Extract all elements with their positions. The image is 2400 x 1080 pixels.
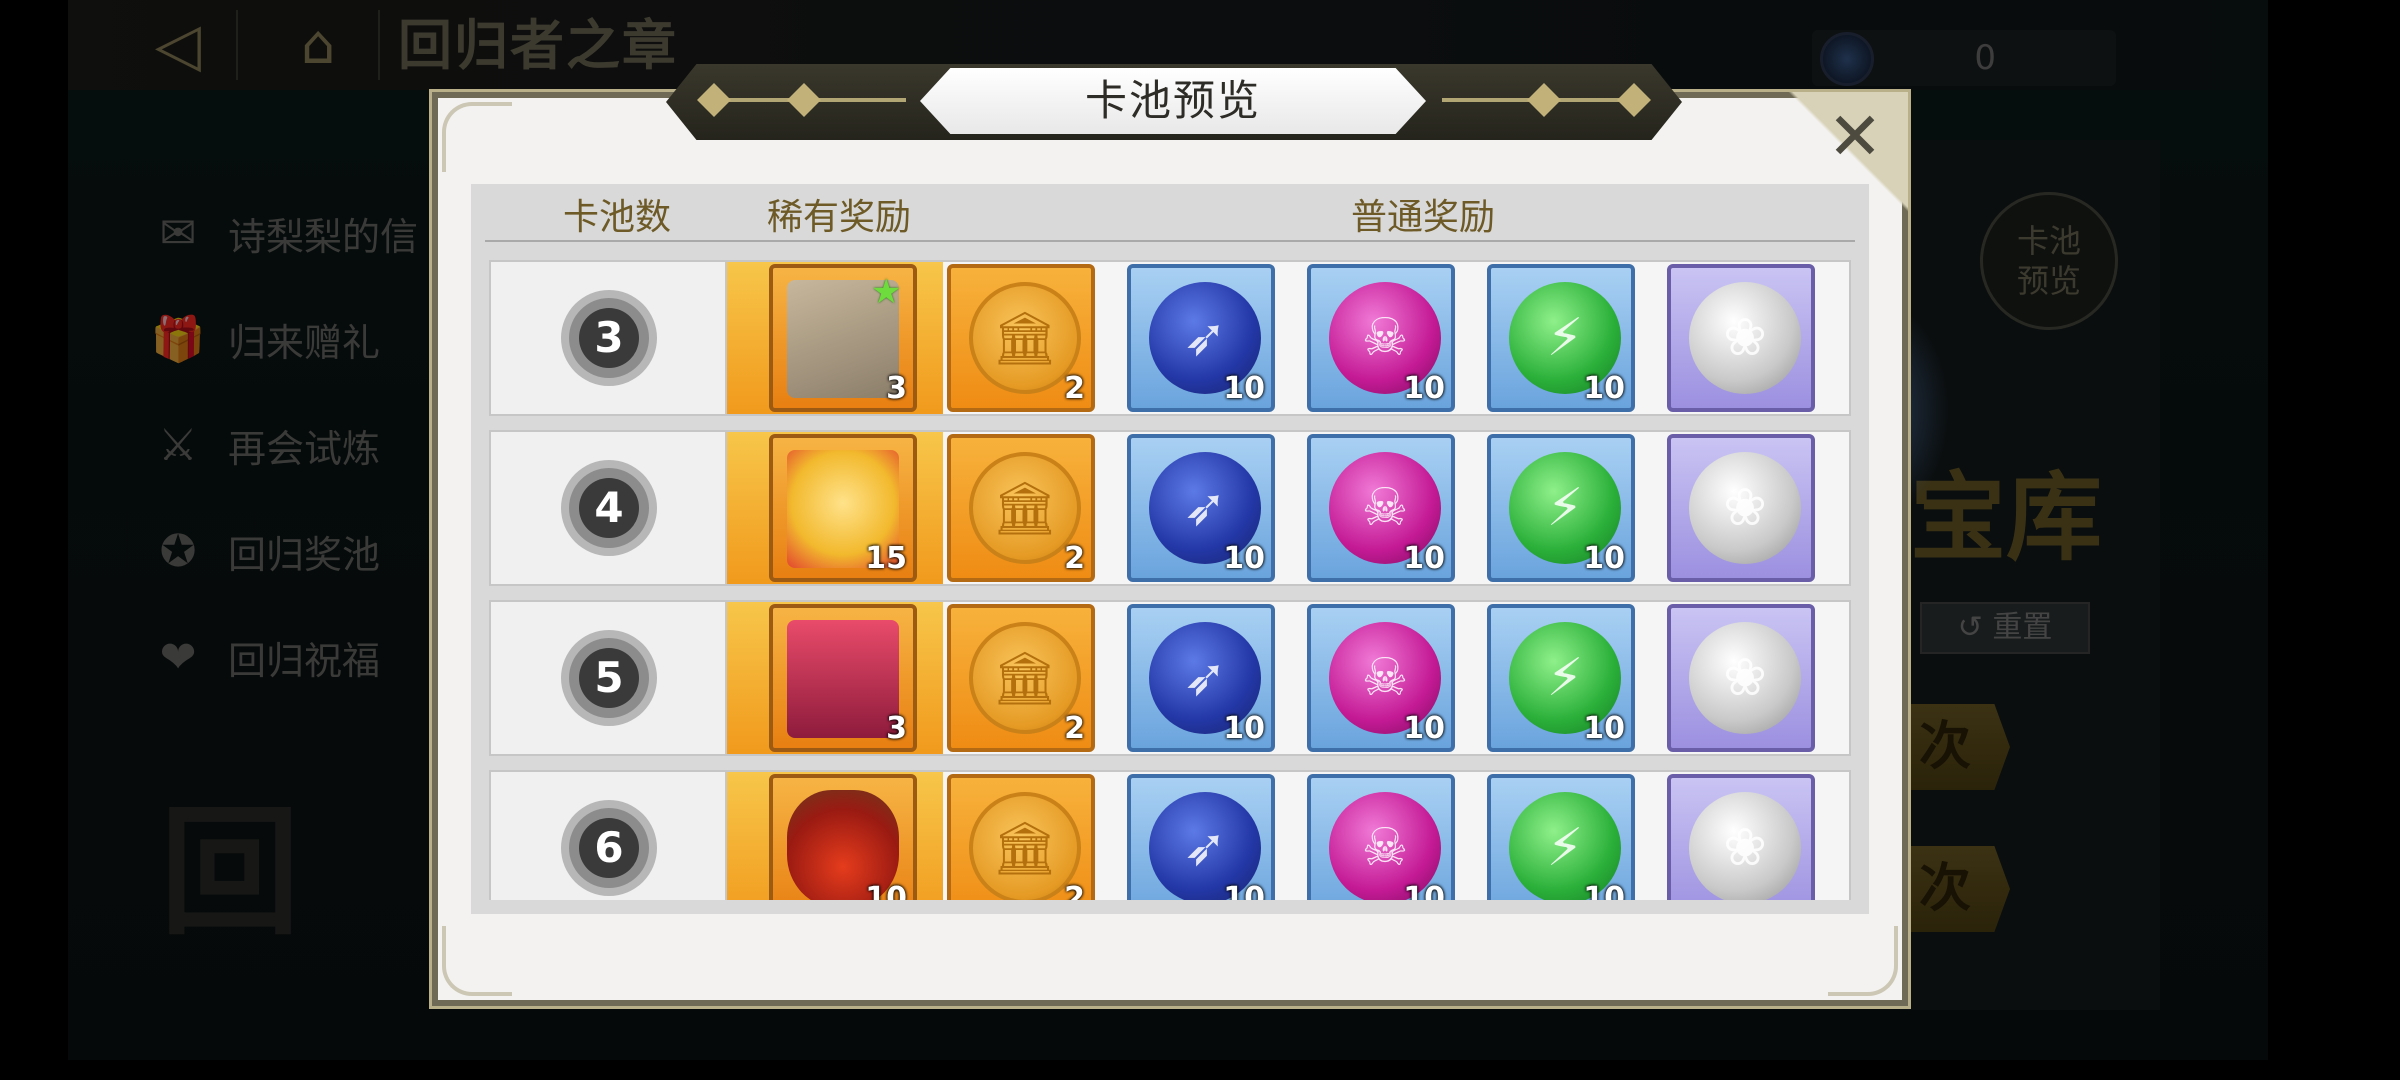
- common-reward-item[interactable]: ☠ 10: [1307, 604, 1455, 752]
- common-reward-item[interactable]: ❀: [1667, 604, 1815, 752]
- diamond-ornament: [1527, 83, 1561, 117]
- reward-row: 3 ★ 3 🏛 2 ➶ 10 ☠ 10 ⚡ 10 ❀: [489, 260, 1851, 416]
- item-quantity: 3: [886, 711, 907, 746]
- item-emblem: 🏛: [991, 308, 1058, 369]
- common-reward-item[interactable]: 🏛 2: [947, 604, 1095, 752]
- diamond-ornament: [1617, 83, 1651, 117]
- header-common-reward: 普通奖励: [1351, 197, 1496, 238]
- common-reward-item[interactable]: 🏛 2: [947, 434, 1095, 582]
- item-quantity: 10: [1403, 881, 1445, 900]
- pool-count-cell: 3: [491, 262, 727, 414]
- item-quantity: 10: [1223, 711, 1265, 746]
- common-reward-item[interactable]: 🏛 2: [947, 774, 1095, 900]
- item-quantity: 10: [1583, 711, 1625, 746]
- corner-ornament: [442, 926, 512, 996]
- pool-count-number: 4: [579, 478, 639, 538]
- common-reward-item[interactable]: ❀: [1667, 434, 1815, 582]
- header-pool-count: 卡池数: [563, 197, 672, 238]
- item-quantity: 10: [1583, 371, 1625, 406]
- rare-reward-item[interactable]: 15: [769, 434, 917, 582]
- item-quantity: 2: [1064, 881, 1085, 900]
- common-reward-item[interactable]: ⚡ 10: [1487, 604, 1635, 752]
- item-emblem: 🏛: [991, 478, 1058, 539]
- item-quantity: 2: [1064, 371, 1085, 406]
- item-quantity: 10: [1583, 541, 1625, 576]
- common-reward-item[interactable]: ❀: [1667, 774, 1815, 900]
- item-emblem: ❀: [1723, 818, 1767, 878]
- star-icon: ★: [871, 272, 902, 312]
- magic-card-icon: [787, 620, 899, 738]
- diamond-ornament: [697, 83, 731, 117]
- silver-coin-icon: ❀: [1689, 282, 1801, 394]
- reward-row: 5 3 🏛 2 ➶ 10 ☠ 10 ⚡ 10 ❀: [489, 600, 1851, 756]
- item-emblem: ❀: [1723, 308, 1767, 368]
- gear-badge-icon: 4: [569, 468, 649, 548]
- item-quantity: 10: [1223, 371, 1265, 406]
- common-reward-item[interactable]: ☠ 10: [1307, 264, 1455, 412]
- item-quantity: 10: [865, 881, 907, 900]
- gear-badge-icon: 5: [569, 638, 649, 718]
- silver-coin-icon: ❀: [1689, 792, 1801, 900]
- pool-count-cell: 6: [491, 772, 727, 900]
- common-reward-item[interactable]: ☠ 10: [1307, 434, 1455, 582]
- common-reward-item[interactable]: ⚡ 10: [1487, 434, 1635, 582]
- item-quantity: 10: [1403, 711, 1445, 746]
- gear-badge-icon: 6: [569, 808, 649, 888]
- table-header: 卡池数 稀有奖励 普通奖励: [471, 184, 1869, 240]
- reward-row: 6 10 🏛 2 ➶ 10 ☠ 10 ⚡ 10 ❀: [489, 770, 1851, 900]
- common-reward-item[interactable]: ❀: [1667, 264, 1815, 412]
- header-divider: [485, 240, 1855, 242]
- item-quantity: 2: [1064, 711, 1085, 746]
- item-emblem: 🏛: [991, 818, 1058, 879]
- common-reward-item[interactable]: ⚡ 10: [1487, 774, 1635, 900]
- rare-reward-item[interactable]: 10: [769, 774, 917, 900]
- pool-count-number: 3: [579, 308, 639, 368]
- dialog-title: 卡池预览: [920, 68, 1426, 134]
- rare-reward-item[interactable]: 3: [769, 604, 917, 752]
- reward-rows-scroll[interactable]: 3 ★ 3 🏛 2 ➶ 10 ☠ 10 ⚡ 10 ❀ 4 15 🏛 2 ➶ 10 ☠ 10 ⚡ 10 ❀ 5 3 🏛 2 ➶ 10 ☠ 10…: [489, 260, 1851, 900]
- item-quantity: 3: [886, 371, 907, 406]
- silver-coin-icon: ❀: [1689, 452, 1801, 564]
- silver-coin-icon: ❀: [1689, 622, 1801, 734]
- item-quantity: 2: [1064, 541, 1085, 576]
- common-reward-item[interactable]: ➶ 10: [1127, 604, 1275, 752]
- gear-badge-icon: 3: [569, 298, 649, 378]
- close-icon[interactable]: ✕: [1824, 104, 1886, 170]
- common-reward-item[interactable]: 🏛 2: [947, 264, 1095, 412]
- header-rare-reward: 稀有奖励: [767, 197, 912, 238]
- common-reward-item[interactable]: ➶ 10: [1127, 434, 1275, 582]
- item-emblem: ❀: [1723, 648, 1767, 708]
- item-emblem: ❀: [1723, 478, 1767, 538]
- item-quantity: 15: [865, 541, 907, 576]
- pool-count-cell: 4: [491, 432, 727, 584]
- item-quantity: 10: [1223, 541, 1265, 576]
- item-quantity: 10: [1583, 881, 1625, 900]
- common-reward-item[interactable]: ☠ 10: [1307, 774, 1455, 900]
- reward-table: 卡池数 稀有奖励 普通奖励 3 ★ 3 🏛 2 ➶ 10 ☠ 10 ⚡ 10 ❀ 4 15 🏛 2 ➶ 10 ☠ 10…: [471, 184, 1869, 914]
- corner-ornament: [442, 102, 512, 172]
- common-reward-item[interactable]: ⚡ 10: [1487, 264, 1635, 412]
- reward-row: 4 15 🏛 2 ➶ 10 ☠ 10 ⚡ 10 ❀: [489, 430, 1851, 586]
- diamond-ornament: [787, 83, 821, 117]
- item-quantity: 10: [1403, 371, 1445, 406]
- pool-count-number: 5: [579, 648, 639, 708]
- pool-count-number: 6: [579, 818, 639, 878]
- rare-reward-item[interactable]: ★ 3: [769, 264, 917, 412]
- pool-count-cell: 5: [491, 602, 727, 754]
- corner-ornament: [1828, 926, 1898, 996]
- item-quantity: 10: [1223, 881, 1265, 900]
- item-emblem: 🏛: [991, 648, 1058, 709]
- common-reward-item[interactable]: ➶ 10: [1127, 264, 1275, 412]
- item-quantity: 10: [1403, 541, 1445, 576]
- common-reward-item[interactable]: ➶ 10: [1127, 774, 1275, 900]
